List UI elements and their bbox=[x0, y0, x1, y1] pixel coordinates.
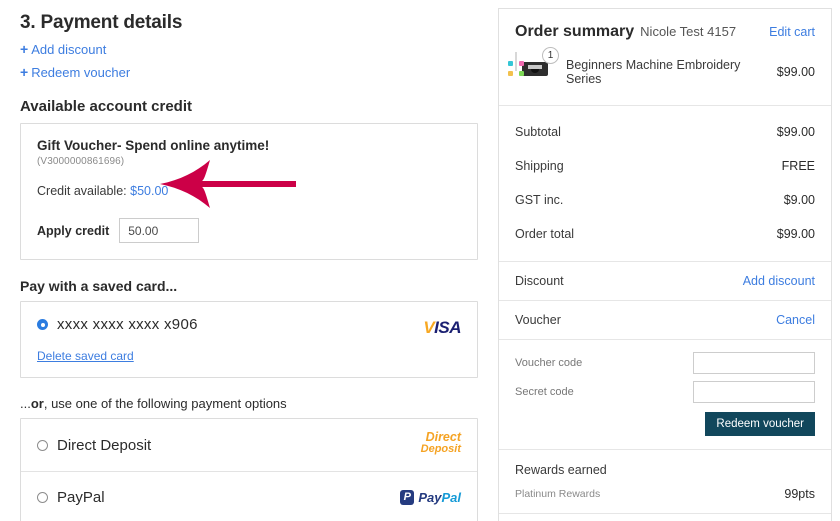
paypal-wordmark: PayPal bbox=[418, 490, 461, 505]
secret-code-row: Secret code bbox=[499, 381, 831, 403]
product-thumbnail-image bbox=[508, 52, 548, 76]
redeem-voucher-label: Redeem voucher bbox=[31, 65, 131, 80]
order-total-value: $99.00 bbox=[776, 227, 815, 241]
cancel-voucher-link[interactable]: Cancel bbox=[776, 313, 815, 327]
plus-icon: + bbox=[20, 41, 29, 57]
rewards-block: Rewards earned Platinum Rewards 99pts bbox=[499, 449, 831, 513]
voucher-code-row: Voucher code bbox=[499, 352, 831, 374]
other-options-pre: ... bbox=[20, 396, 31, 411]
payment-details-column: 3. Payment details + Add discount + Redeem… bbox=[0, 0, 498, 521]
edit-cart-link[interactable]: Edit cart bbox=[769, 25, 815, 39]
gst-value: $9.00 bbox=[783, 193, 815, 207]
dd-logo-line1: Direct bbox=[425, 430, 461, 444]
payment-options-panel: Direct Deposit Direct Deposit PayPal P P… bbox=[20, 418, 478, 521]
add-discount-action-link[interactable]: Add discount bbox=[743, 274, 815, 288]
discount-row: Discount Add discount bbox=[499, 261, 831, 300]
saved-card-radio[interactable] bbox=[37, 319, 48, 330]
paypal-radio[interactable] bbox=[37, 492, 48, 503]
order-summary-header-block: Order summary Nicole Test 4157 Edit cart… bbox=[499, 9, 831, 105]
product-price: $99.00 bbox=[776, 65, 815, 79]
rewards-points: 99pts bbox=[784, 487, 815, 501]
payment-option-direct-deposit[interactable]: Direct Deposit Direct Deposit bbox=[21, 419, 477, 471]
available-credit-heading: Available account credit bbox=[20, 98, 193, 115]
customer-name: Nicole Test 4157 bbox=[640, 24, 737, 39]
direct-deposit-radio[interactable] bbox=[37, 439, 48, 451]
order-totals-block: Subtotal $99.00 Shipping FREE GST inc. $… bbox=[499, 105, 831, 261]
grand-total-row: Grand total AUD $49.00 bbox=[499, 513, 831, 521]
other-options-post: , use one of the following payment optio… bbox=[43, 396, 287, 411]
other-options-heading: ...or, use one of the following payment … bbox=[20, 378, 478, 418]
other-options-or: or bbox=[30, 396, 44, 411]
subtotal-value: $99.00 bbox=[776, 125, 815, 139]
credit-available-label: Credit available: bbox=[37, 184, 127, 198]
voucher-code-label: Voucher code bbox=[515, 357, 583, 369]
payment-option-paypal[interactable]: PayPal P PayPal bbox=[21, 471, 477, 521]
apply-credit-input[interactable] bbox=[119, 218, 200, 243]
voucher-row: Voucher Cancel bbox=[499, 300, 831, 339]
voucher-label: Voucher bbox=[515, 313, 561, 327]
product-thumbnail-wrap: 1 bbox=[508, 47, 559, 91]
saved-card-number: xxxx xxxx xxxx x906 bbox=[57, 316, 198, 333]
redeem-voucher-link[interactable]: + Redeem voucher bbox=[20, 65, 478, 80]
secret-code-input[interactable] bbox=[693, 381, 815, 403]
quantity-badge: 1 bbox=[542, 47, 559, 64]
credit-available-amount[interactable]: $50.00 bbox=[130, 184, 168, 198]
product-name: Beginners Machine Embroidery Series bbox=[566, 58, 741, 86]
paypal-label: PayPal bbox=[57, 489, 105, 506]
rewards-row: Platinum Rewards 99pts bbox=[515, 487, 815, 501]
credit-available-line: Credit available: $50.00 bbox=[37, 184, 461, 198]
checkout-page: 3. Payment details + Add discount + Redeem… bbox=[0, 0, 840, 521]
direct-deposit-label: Direct Deposit bbox=[57, 436, 152, 454]
paypal-mark: P bbox=[400, 490, 415, 505]
plus-icon: + bbox=[20, 64, 29, 80]
delete-saved-card-link[interactable]: Delete saved card bbox=[37, 349, 134, 363]
voucher-name: Gift Voucher- Spend online anytime! bbox=[37, 138, 270, 153]
voucher-id: (V3000000861696) bbox=[37, 156, 125, 167]
order-total-label: Order total bbox=[515, 227, 575, 241]
visa-logo-icon: VVISAISA bbox=[423, 318, 461, 337]
rewards-title: Rewards earned bbox=[515, 463, 607, 477]
gst-label: GST inc. bbox=[515, 193, 564, 207]
voucher-form: Voucher code Secret code Redeem voucher bbox=[499, 339, 831, 449]
apply-credit-label: Apply credit bbox=[37, 223, 110, 238]
page-title: 3. Payment details bbox=[20, 12, 183, 33]
total-row-shipping: Shipping FREE bbox=[499, 149, 831, 183]
shipping-label: Shipping bbox=[515, 159, 564, 173]
gift-voucher-card: Gift Voucher- Spend online anytime! (V30… bbox=[20, 123, 478, 260]
subtotal-label: Subtotal bbox=[515, 125, 561, 139]
apply-credit-row: Apply credit bbox=[37, 218, 461, 243]
rewards-tier: Platinum Rewards bbox=[515, 488, 601, 500]
direct-deposit-logo-icon: Direct Deposit bbox=[421, 431, 461, 455]
dd-logo-line2: Deposit bbox=[420, 443, 461, 455]
paypal-word-b: Pal bbox=[441, 490, 461, 505]
order-summary-panel: Order summary Nicole Test 4157 Edit cart… bbox=[498, 8, 832, 521]
paypal-word-a: Pay bbox=[418, 490, 442, 505]
saved-card-panel: xxxx xxxx xxxx x906 VVISAISA Delete save… bbox=[20, 301, 478, 378]
discount-label: Discount bbox=[515, 274, 564, 288]
secret-code-label: Secret code bbox=[515, 386, 574, 398]
saved-card-row[interactable]: xxxx xxxx xxxx x906 bbox=[37, 316, 461, 333]
redeem-voucher-button[interactable]: Redeem voucher bbox=[705, 412, 815, 436]
redeem-button-row: Redeem voucher bbox=[499, 410, 831, 449]
order-summary-header: Order summary Nicole Test 4157 Edit cart bbox=[515, 23, 815, 41]
saved-card-heading: Pay with a saved card... bbox=[20, 278, 178, 294]
add-discount-link[interactable]: + Add discount bbox=[20, 42, 478, 57]
shipping-value: FREE bbox=[781, 159, 815, 173]
total-row-order-total: Order total $99.00 bbox=[499, 217, 831, 251]
order-line-item: 1 Beginners Machine Embroidery Series $9… bbox=[508, 47, 815, 91]
total-row-gst: GST inc. $9.00 bbox=[499, 183, 831, 217]
voucher-code-input[interactable] bbox=[693, 352, 815, 374]
total-row-subtotal: Subtotal $99.00 bbox=[499, 115, 831, 149]
order-summary-title: Order summary bbox=[515, 23, 635, 40]
add-discount-label: Add discount bbox=[31, 42, 107, 57]
paypal-logo-icon: P PayPal bbox=[400, 490, 461, 505]
